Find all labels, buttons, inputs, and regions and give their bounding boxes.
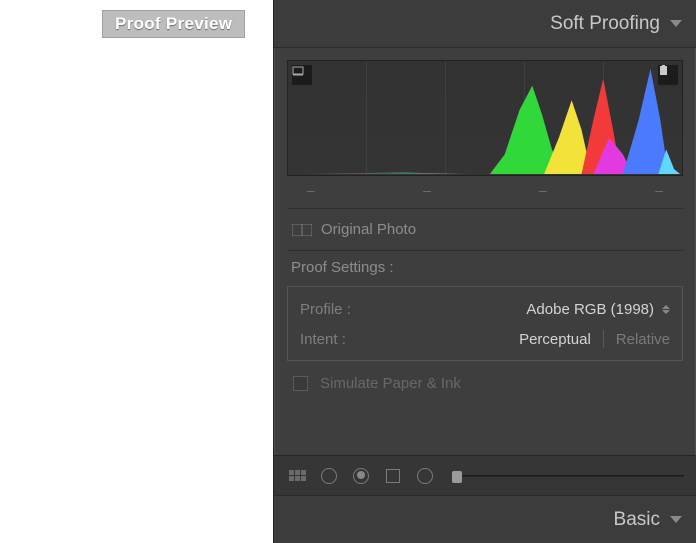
histogram <box>287 60 683 176</box>
readout-dash: – <box>307 182 315 198</box>
chevron-down-icon <box>670 516 682 523</box>
profile-dropdown[interactable]: Adobe RGB (1998) <box>526 301 670 318</box>
grid-view-button[interactable] <box>286 465 308 487</box>
readout-dash: – <box>655 182 663 198</box>
readout-dash: – <box>539 182 547 198</box>
readout-dash: – <box>423 182 431 198</box>
intent-perceptual-button[interactable]: Perceptual <box>519 331 591 348</box>
chevron-down-icon <box>670 20 682 27</box>
compare-view-button[interactable] <box>382 465 404 487</box>
profile-value: Adobe RGB (1998) <box>526 301 654 318</box>
panel-header-basic[interactable]: Basic <box>274 495 696 543</box>
updown-icon <box>662 305 670 314</box>
original-photo-label: Original Photo <box>321 221 416 238</box>
shadow-clipping-toggle[interactable] <box>292 65 312 85</box>
intent-relative-button[interactable]: Relative <box>616 331 670 348</box>
highlight-clipping-toggle[interactable] <box>658 65 678 85</box>
slider-thumb-icon <box>452 471 462 483</box>
divider <box>603 330 604 348</box>
proof-settings-heading: Proof Settings : <box>287 251 683 286</box>
loupe-view-button[interactable] <box>318 465 340 487</box>
proof-settings-box: Profile : Adobe RGB (1998) Intent : Perc… <box>287 286 683 361</box>
panel-footer-title: Basic <box>614 509 660 531</box>
view-toolbar <box>274 455 696 495</box>
loupe-view-active-button[interactable] <box>350 465 372 487</box>
profile-label: Profile : <box>300 301 351 318</box>
panel-header-title: Soft Proofing <box>550 13 660 35</box>
proof-preview-badge: Proof Preview <box>102 10 245 38</box>
survey-view-button[interactable] <box>414 465 436 487</box>
panel-header-soft-proofing[interactable]: Soft Proofing <box>274 0 696 48</box>
histogram-readout-row: – – – – <box>287 176 683 208</box>
histogram-svg <box>288 61 682 175</box>
soft-proofing-panel: Soft Proofing <box>273 0 696 543</box>
simulate-paper-ink-label: Simulate Paper & Ink <box>320 375 461 392</box>
original-photo-toggle[interactable]: Original Photo <box>287 209 683 250</box>
intent-label: Intent : <box>300 331 346 348</box>
simulate-paper-ink-checkbox[interactable] <box>293 376 308 391</box>
before-after-icon <box>291 222 313 238</box>
thumbnail-size-slider[interactable] <box>452 475 684 477</box>
